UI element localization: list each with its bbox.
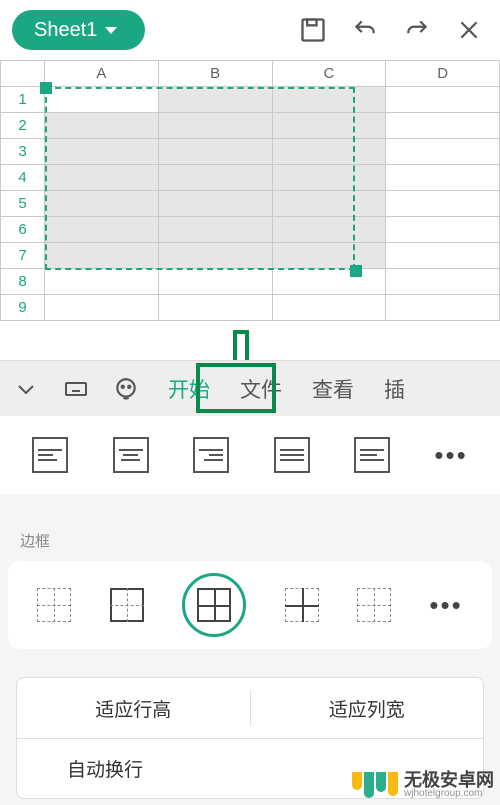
row-head[interactable]: 3 xyxy=(1,139,45,165)
collapse-icon[interactable] xyxy=(6,369,46,409)
row-head[interactable]: 6 xyxy=(1,217,45,243)
cell[interactable] xyxy=(45,113,159,139)
cell[interactable] xyxy=(272,139,386,165)
cell[interactable] xyxy=(386,165,500,191)
selection-handle-tl[interactable] xyxy=(40,82,52,94)
spreadsheet[interactable]: A B C D 1 2 3 4 5 6 7 8 9 xyxy=(0,60,500,360)
cell[interactable] xyxy=(272,191,386,217)
cell[interactable] xyxy=(158,113,272,139)
select-all-corner[interactable] xyxy=(1,61,45,87)
border-dashed-button[interactable] xyxy=(357,588,391,622)
row-head[interactable]: 7 xyxy=(1,243,45,269)
cell[interactable] xyxy=(272,217,386,243)
watermark-url: wjhotelgroup.com xyxy=(404,789,494,799)
keyboard-icon[interactable] xyxy=(56,369,96,409)
tab-view[interactable]: 查看 xyxy=(312,374,354,404)
watermark-title: 无极安卓网 xyxy=(404,771,494,789)
cell[interactable] xyxy=(386,191,500,217)
selection-handle-br[interactable] xyxy=(350,265,362,277)
cell[interactable] xyxy=(158,139,272,165)
row-head[interactable]: 4 xyxy=(1,165,45,191)
row-head[interactable]: 9 xyxy=(1,295,45,321)
col-head-b[interactable]: B xyxy=(158,61,272,87)
top-toolbar: Sheet1 xyxy=(0,0,500,60)
border-all-icon xyxy=(197,588,231,622)
ribbon-tabs: 开始 文件 查看 插 xyxy=(0,360,500,416)
col-head-d[interactable]: D xyxy=(386,61,500,87)
row-head[interactable]: 8 xyxy=(1,269,45,295)
cell[interactable] xyxy=(158,165,272,191)
cell[interactable] xyxy=(45,139,159,165)
cell[interactable] xyxy=(45,295,159,321)
cell[interactable] xyxy=(272,295,386,321)
sheet-tab-label: Sheet1 xyxy=(34,19,97,42)
cell[interactable] xyxy=(158,191,272,217)
cell[interactable] xyxy=(272,269,386,295)
undo-icon[interactable] xyxy=(346,11,384,49)
cell[interactable] xyxy=(158,243,272,269)
watermark: 无极安卓网 wjhotelgroup.com xyxy=(352,771,494,799)
cell[interactable] xyxy=(45,191,159,217)
cell[interactable] xyxy=(272,165,386,191)
assistant-icon[interactable] xyxy=(106,369,146,409)
alignment-row: ••• xyxy=(0,416,500,494)
save-icon[interactable] xyxy=(294,11,332,49)
border-all-selected[interactable] xyxy=(182,573,246,637)
align-distributed-button[interactable] xyxy=(354,437,390,473)
row-head[interactable]: 1 xyxy=(1,87,45,113)
row-head[interactable]: 5 xyxy=(1,191,45,217)
border-outer-button[interactable] xyxy=(110,588,144,622)
align-justify-button[interactable] xyxy=(274,437,310,473)
border-row: ••• xyxy=(8,561,492,649)
watermark-logo-icon xyxy=(352,772,398,798)
border-none-button[interactable] xyxy=(37,588,71,622)
border-inner-button[interactable] xyxy=(285,588,319,622)
cell[interactable] xyxy=(45,87,159,113)
chevron-down-icon xyxy=(105,27,117,34)
cell[interactable] xyxy=(386,113,500,139)
border-section-label: 边框 xyxy=(0,514,500,561)
cell[interactable] xyxy=(272,243,386,269)
row-head[interactable]: 2 xyxy=(1,113,45,139)
redo-icon[interactable] xyxy=(398,11,436,49)
align-left-button[interactable] xyxy=(32,437,68,473)
align-center-button[interactable] xyxy=(113,437,149,473)
cell[interactable] xyxy=(272,87,386,113)
cell[interactable] xyxy=(386,217,500,243)
close-icon[interactable] xyxy=(450,11,488,49)
cell[interactable] xyxy=(158,295,272,321)
cell[interactable] xyxy=(386,87,500,113)
more-align-button[interactable]: ••• xyxy=(434,440,467,471)
fit-row-height-button[interactable]: 适应行高 xyxy=(17,695,250,722)
align-right-button[interactable] xyxy=(193,437,229,473)
cell[interactable] xyxy=(386,269,500,295)
cell[interactable] xyxy=(272,113,386,139)
cell[interactable] xyxy=(45,217,159,243)
tab-start[interactable]: 开始 xyxy=(168,374,210,404)
cell[interactable] xyxy=(45,243,159,269)
fit-col-width-button[interactable]: 适应列宽 xyxy=(251,695,484,722)
tab-insert-partial[interactable]: 插 xyxy=(384,374,405,404)
cell[interactable] xyxy=(386,295,500,321)
cell[interactable] xyxy=(158,217,272,243)
cell[interactable] xyxy=(45,269,159,295)
cell[interactable] xyxy=(158,269,272,295)
cell[interactable] xyxy=(386,139,500,165)
cell[interactable] xyxy=(158,87,272,113)
col-head-a[interactable]: A xyxy=(45,61,159,87)
col-head-c[interactable]: C xyxy=(272,61,386,87)
tab-file[interactable]: 文件 xyxy=(240,374,282,404)
cell[interactable] xyxy=(386,243,500,269)
sheet-tab[interactable]: Sheet1 xyxy=(12,10,145,50)
more-border-button[interactable]: ••• xyxy=(429,590,462,621)
cell[interactable] xyxy=(45,165,159,191)
